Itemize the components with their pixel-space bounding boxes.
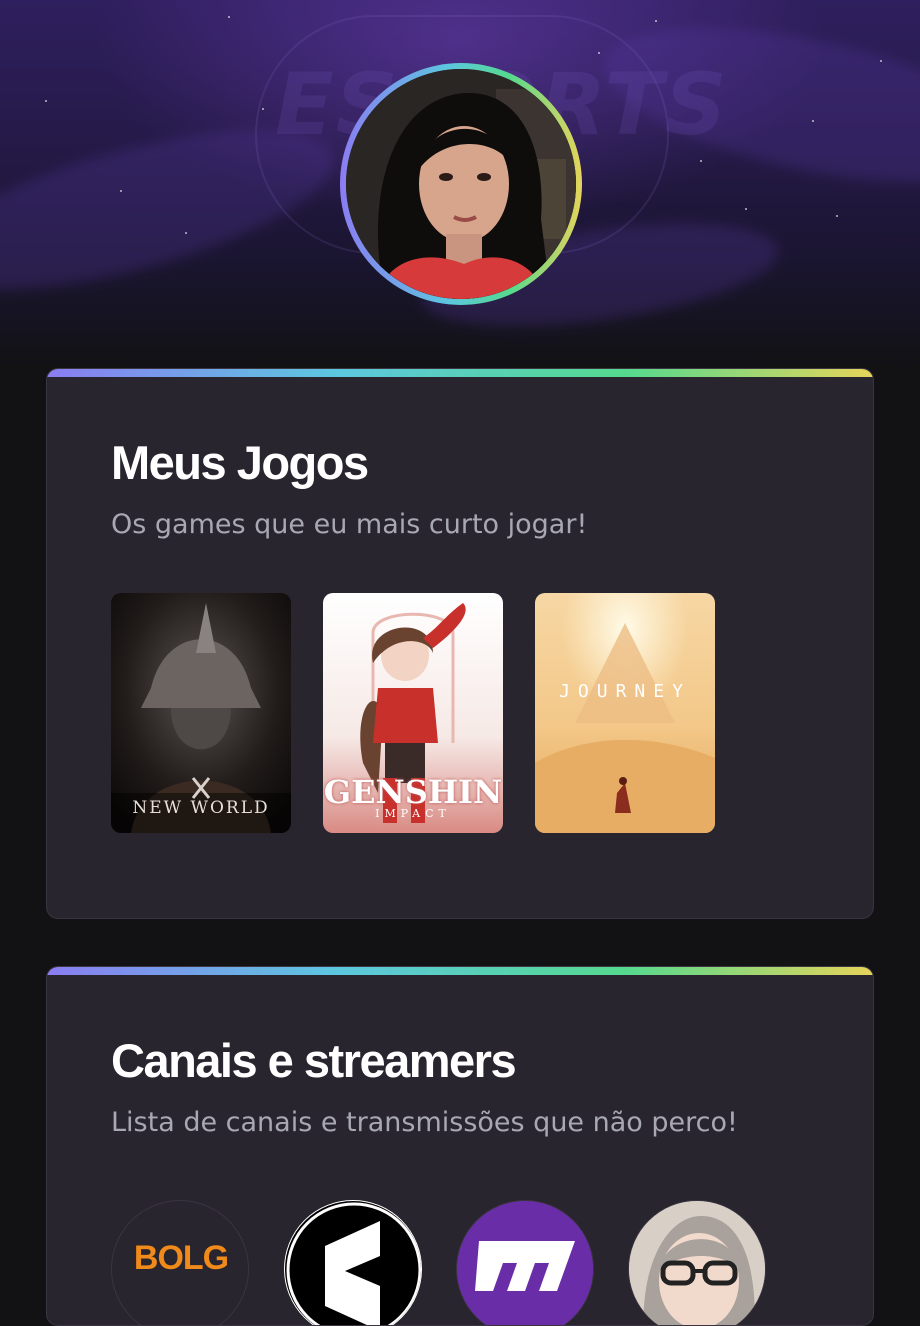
genshin-sub-label: IMPACT	[375, 807, 451, 820]
new-world-label: NEW WORLD	[132, 798, 270, 818]
channel-streamer[interactable]	[628, 1200, 766, 1325]
channel-rainbow-six[interactable]	[284, 1200, 422, 1325]
profile-photo-icon	[346, 69, 576, 299]
bolg-logo-icon: BOLG	[133, 1239, 229, 1277]
game-card-journey[interactable]: JOURNEY	[535, 593, 715, 833]
channel-bolg[interactable]: BOLG	[111, 1200, 249, 1325]
channels-subtitle: Lista de canais e transmissões que não p…	[111, 1107, 738, 1138]
journey-label: JOURNEY	[559, 681, 691, 702]
game-card-new-world[interactable]: NEW WORLD	[111, 593, 291, 833]
purple-channel-logo-icon	[457, 1201, 593, 1325]
games-subtitle: Os games que eu mais curto jogar!	[111, 509, 588, 540]
genshin-label: GENSHIN	[323, 773, 503, 811]
games-card: Meus Jogos Os games que eu mais curto jo…	[46, 368, 874, 919]
channels-title: Canais e streamers	[111, 1034, 517, 1087]
channels-card: Canais e streamers Lista de canais e tra…	[46, 966, 874, 1326]
channel-purple[interactable]	[456, 1200, 594, 1325]
journey-cover-icon	[535, 593, 715, 833]
streamer-avatar-icon	[629, 1201, 765, 1325]
avatar-ring	[340, 63, 582, 305]
rainbow-six-logo-icon	[286, 1202, 421, 1325]
new-world-cover-icon	[111, 593, 291, 833]
avatar[interactable]	[346, 69, 576, 299]
game-card-genshin[interactable]: GENSHIN IMPACT	[323, 593, 503, 833]
games-title: Meus Jogos	[111, 436, 369, 489]
hero-banner: ESPORTS	[0, 0, 920, 370]
